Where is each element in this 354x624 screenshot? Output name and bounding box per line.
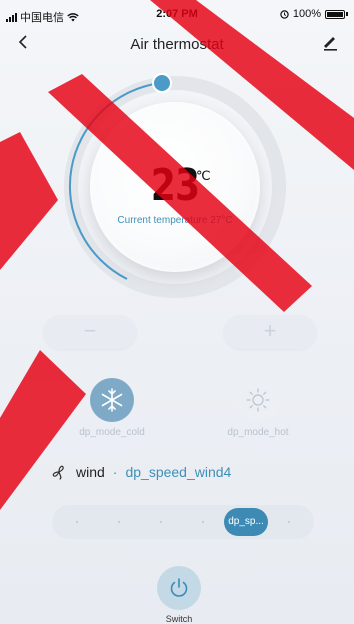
mode-hot-label: dp_mode_hot (227, 427, 289, 438)
page-title: Air thermostat (130, 36, 224, 53)
wind-separator: · (112, 464, 118, 480)
mode-cold-label: dp_mode_cold (79, 427, 145, 438)
switch-label: Switch (165, 614, 193, 624)
edit-button[interactable] (320, 32, 344, 56)
sun-icon (246, 388, 270, 412)
mode-hot-circle (236, 378, 280, 422)
alarm-icon (280, 9, 289, 19)
wind-label: wind (76, 464, 105, 480)
speed-step-4[interactable] (202, 521, 204, 523)
speed-step-6[interactable] (288, 521, 290, 523)
snowflake-icon (101, 388, 123, 412)
battery-icon (325, 9, 345, 19)
power-switch-button[interactable] (157, 566, 201, 610)
mode-cold-button[interactable]: dp_mode_cold (57, 378, 167, 438)
dial-handle-layer (152, 73, 172, 93)
mode-cold-circle (90, 378, 134, 422)
speed-step-2[interactable] (118, 521, 120, 523)
speed-step-3[interactable] (160, 521, 162, 523)
speed-step-1[interactable] (76, 521, 78, 523)
pencil-icon (324, 37, 337, 51)
fan-icon (52, 465, 64, 480)
increase-temperature-button[interactable]: + (224, 315, 316, 349)
dial-handle[interactable] (152, 73, 172, 93)
battery-tip (346, 12, 348, 16)
wind-speed-value: dp_speed_wind4 (125, 464, 232, 480)
decrease-temperature-button[interactable]: − (44, 315, 136, 349)
speed-selected-thumb[interactable]: dp_sp... (224, 508, 268, 536)
app-screen: 中国电信 2:07 PM 100% Air thermostat 23 ℃ Cu… (0, 0, 354, 624)
mode-hot-button[interactable]: dp_mode_hot (203, 378, 313, 438)
temperature-dial[interactable]: 23 ℃ Current temperature 27°C (60, 72, 290, 302)
power-icon (170, 578, 188, 597)
status-bar: 中国电信 2:07 PM 100% (0, 0, 354, 26)
status-right: 100% (280, 8, 348, 20)
battery-percent: 100% (292, 8, 321, 20)
nav-bar: Air thermostat (0, 28, 354, 60)
wind-row: wind · dp_speed_wind4 (50, 462, 231, 482)
wind-speed-slider[interactable]: dp_sp... (52, 505, 314, 539)
